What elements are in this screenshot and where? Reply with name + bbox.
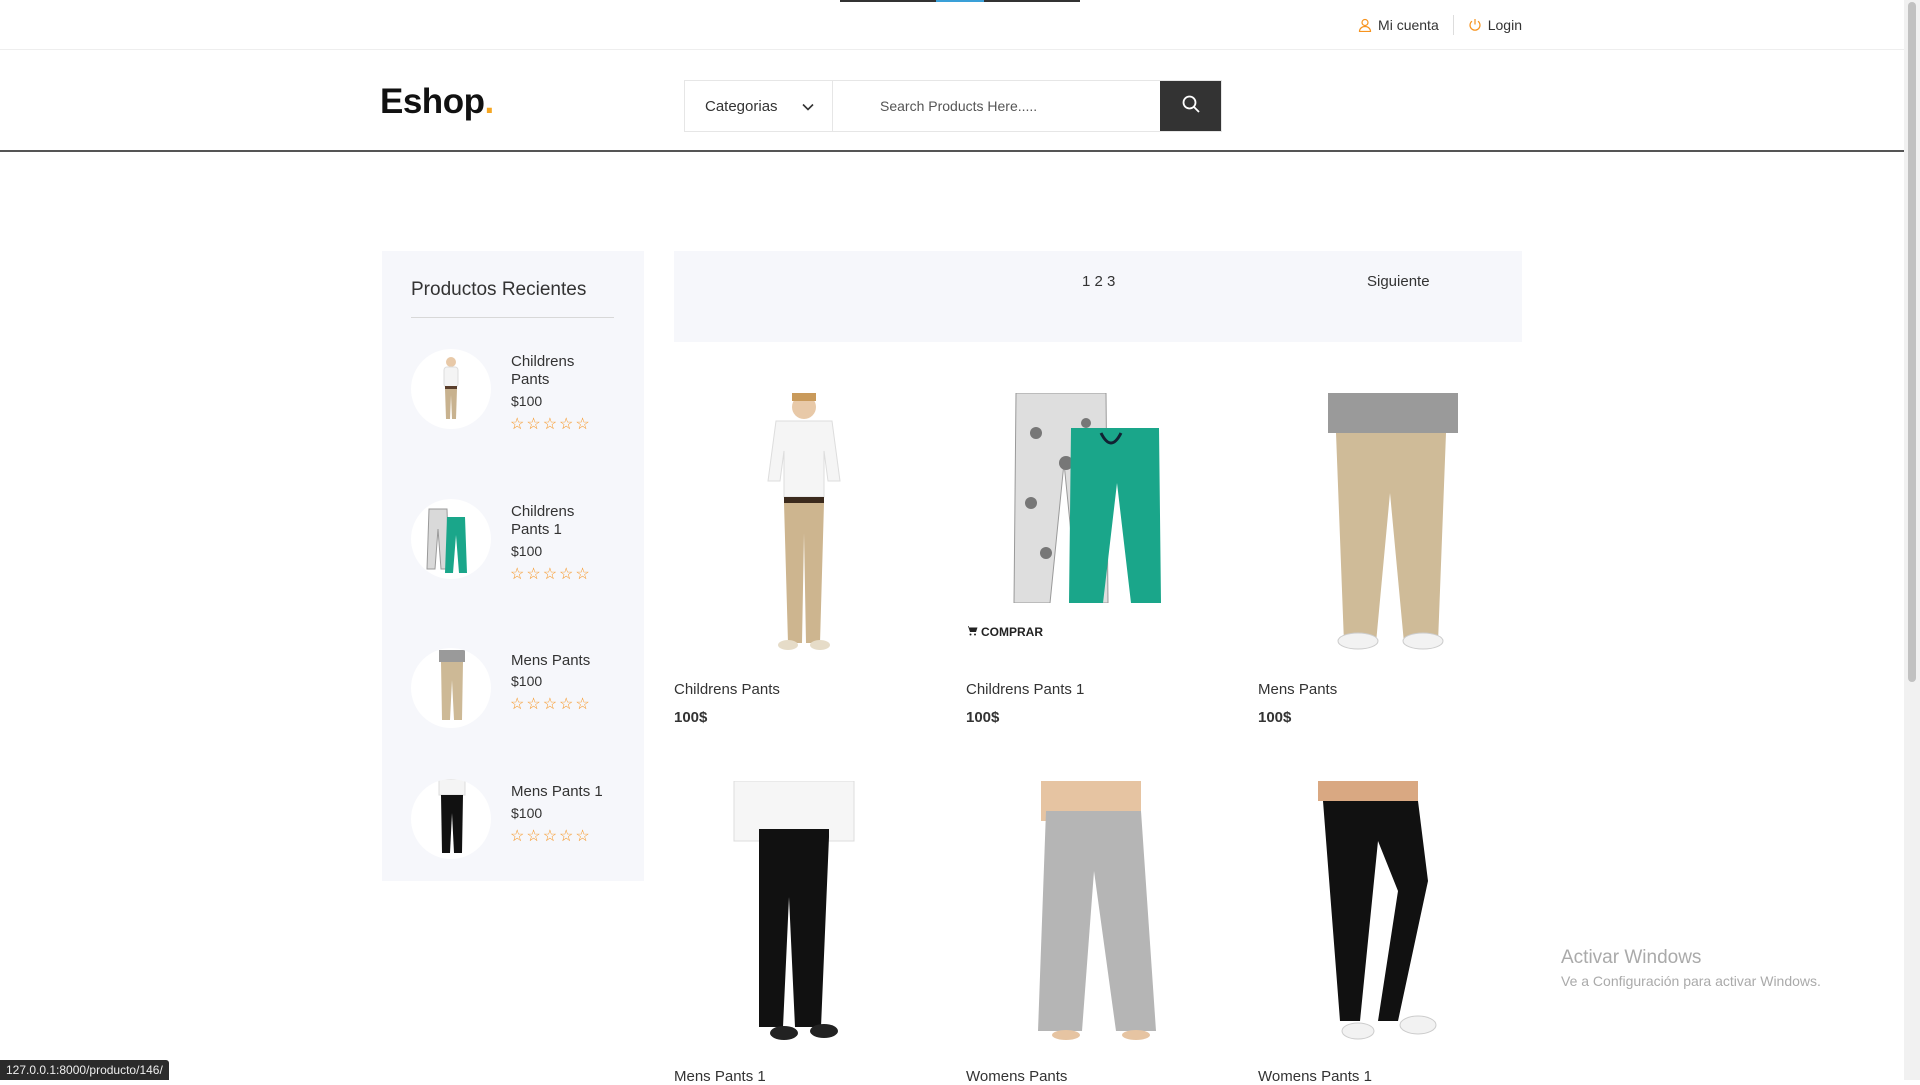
sidebar-title: Productos Recientes (411, 279, 587, 300)
category-select-label: Categorias (705, 97, 778, 115)
buy-button-label: COMPRAR (981, 625, 1043, 639)
eshop-logo[interactable]: Eshop. (380, 82, 494, 122)
recent-product-thumbnail (411, 779, 491, 859)
product-image (966, 781, 1226, 1043)
recent-product-thumbnail (411, 648, 491, 728)
product-title[interactable]: Childrens Pants 1 (966, 681, 1084, 698)
status-bar-url: 127.0.0.1:8000/producto/146/ (0, 1060, 169, 1080)
product-title[interactable]: Mens Pants 1 (674, 1068, 766, 1085)
recent-product-name: Mens Pants (511, 652, 591, 669)
page-numbers[interactable]: 1 2 3 (1082, 273, 1115, 290)
recent-products-sidebar: Productos Recientes Childrens Pants $100… (382, 251, 644, 881)
search-icon (1181, 94, 1201, 119)
my-account-label: Mi cuenta (1378, 17, 1439, 33)
next-page-link[interactable]: Siguiente (1367, 273, 1430, 290)
top-links: Mi cuenta Login (1358, 15, 1522, 35)
product-image (1258, 781, 1518, 1043)
search-button[interactable] (1160, 81, 1221, 131)
product-image (674, 393, 934, 653)
cart-icon (966, 625, 978, 639)
watermark-line-2: Ve a Configuración para activar Windows. (1561, 973, 1821, 989)
recent-product-rating: ☆☆☆☆☆ (510, 566, 592, 583)
product-title[interactable]: Womens Pants (966, 1068, 1067, 1085)
recent-product-price: $100 (511, 673, 543, 689)
product-price: 100$ (966, 709, 1000, 726)
product-title[interactable]: Mens Pants (1258, 681, 1337, 698)
buy-button[interactable]: COMPRAR (966, 625, 1043, 639)
my-account-link[interactable]: Mi cuenta (1358, 17, 1439, 33)
windows-activation-watermark: Activar Windows Ve a Configuración para … (1561, 947, 1821, 989)
product-price: 100$ (674, 709, 708, 726)
user-icon (1358, 18, 1372, 32)
top-bar: Mi cuenta Login (0, 0, 1904, 50)
watermark-line-1: Activar Windows (1561, 947, 1702, 968)
logo-dot: . (484, 82, 494, 121)
recent-product-price: $100 (511, 543, 543, 559)
product-title[interactable]: Childrens Pants (674, 681, 780, 698)
recent-product-price: $100 (511, 805, 543, 821)
product-title[interactable]: Womens Pants 1 (1258, 1068, 1372, 1085)
power-icon (1468, 18, 1482, 32)
main-header: Eshop. Categorias (0, 50, 1904, 152)
recent-product-thumbnail (411, 499, 491, 579)
product-image (674, 781, 934, 1043)
search-input[interactable] (833, 81, 1160, 131)
recent-product-price: $100 (511, 393, 543, 409)
loading-stripe-accent (936, 0, 984, 2)
login-link[interactable]: Login (1468, 17, 1522, 33)
recent-product-rating: ☆☆☆☆☆ (510, 696, 592, 713)
page-scrollbar[interactable] (1904, 0, 1920, 1080)
recent-product-thumbnail (411, 349, 491, 429)
logo-text: Eshop (380, 82, 485, 121)
recent-product-name: Childrens Pants (511, 353, 575, 388)
category-select[interactable]: Categorias (685, 81, 833, 131)
recent-product-name: Childrens Pants 1 (511, 503, 575, 538)
chevron-down-icon (802, 98, 814, 115)
recent-product-name: Mens Pants 1 (511, 783, 603, 800)
product-image (1258, 393, 1518, 653)
pagination-bar: 1 2 3 Siguiente (674, 251, 1522, 342)
product-price: 100$ (1258, 709, 1292, 726)
recent-product-rating: ☆☆☆☆☆ (510, 416, 592, 433)
login-label: Login (1487, 17, 1522, 33)
sidebar-title-underline (411, 317, 614, 318)
scrollbar-thumb[interactable] (1908, 2, 1916, 682)
recent-product-rating: ☆☆☆☆☆ (510, 828, 592, 845)
top-links-separator (1452, 15, 1454, 35)
search-bar: Categorias (684, 80, 1222, 132)
product-image (966, 393, 1226, 653)
